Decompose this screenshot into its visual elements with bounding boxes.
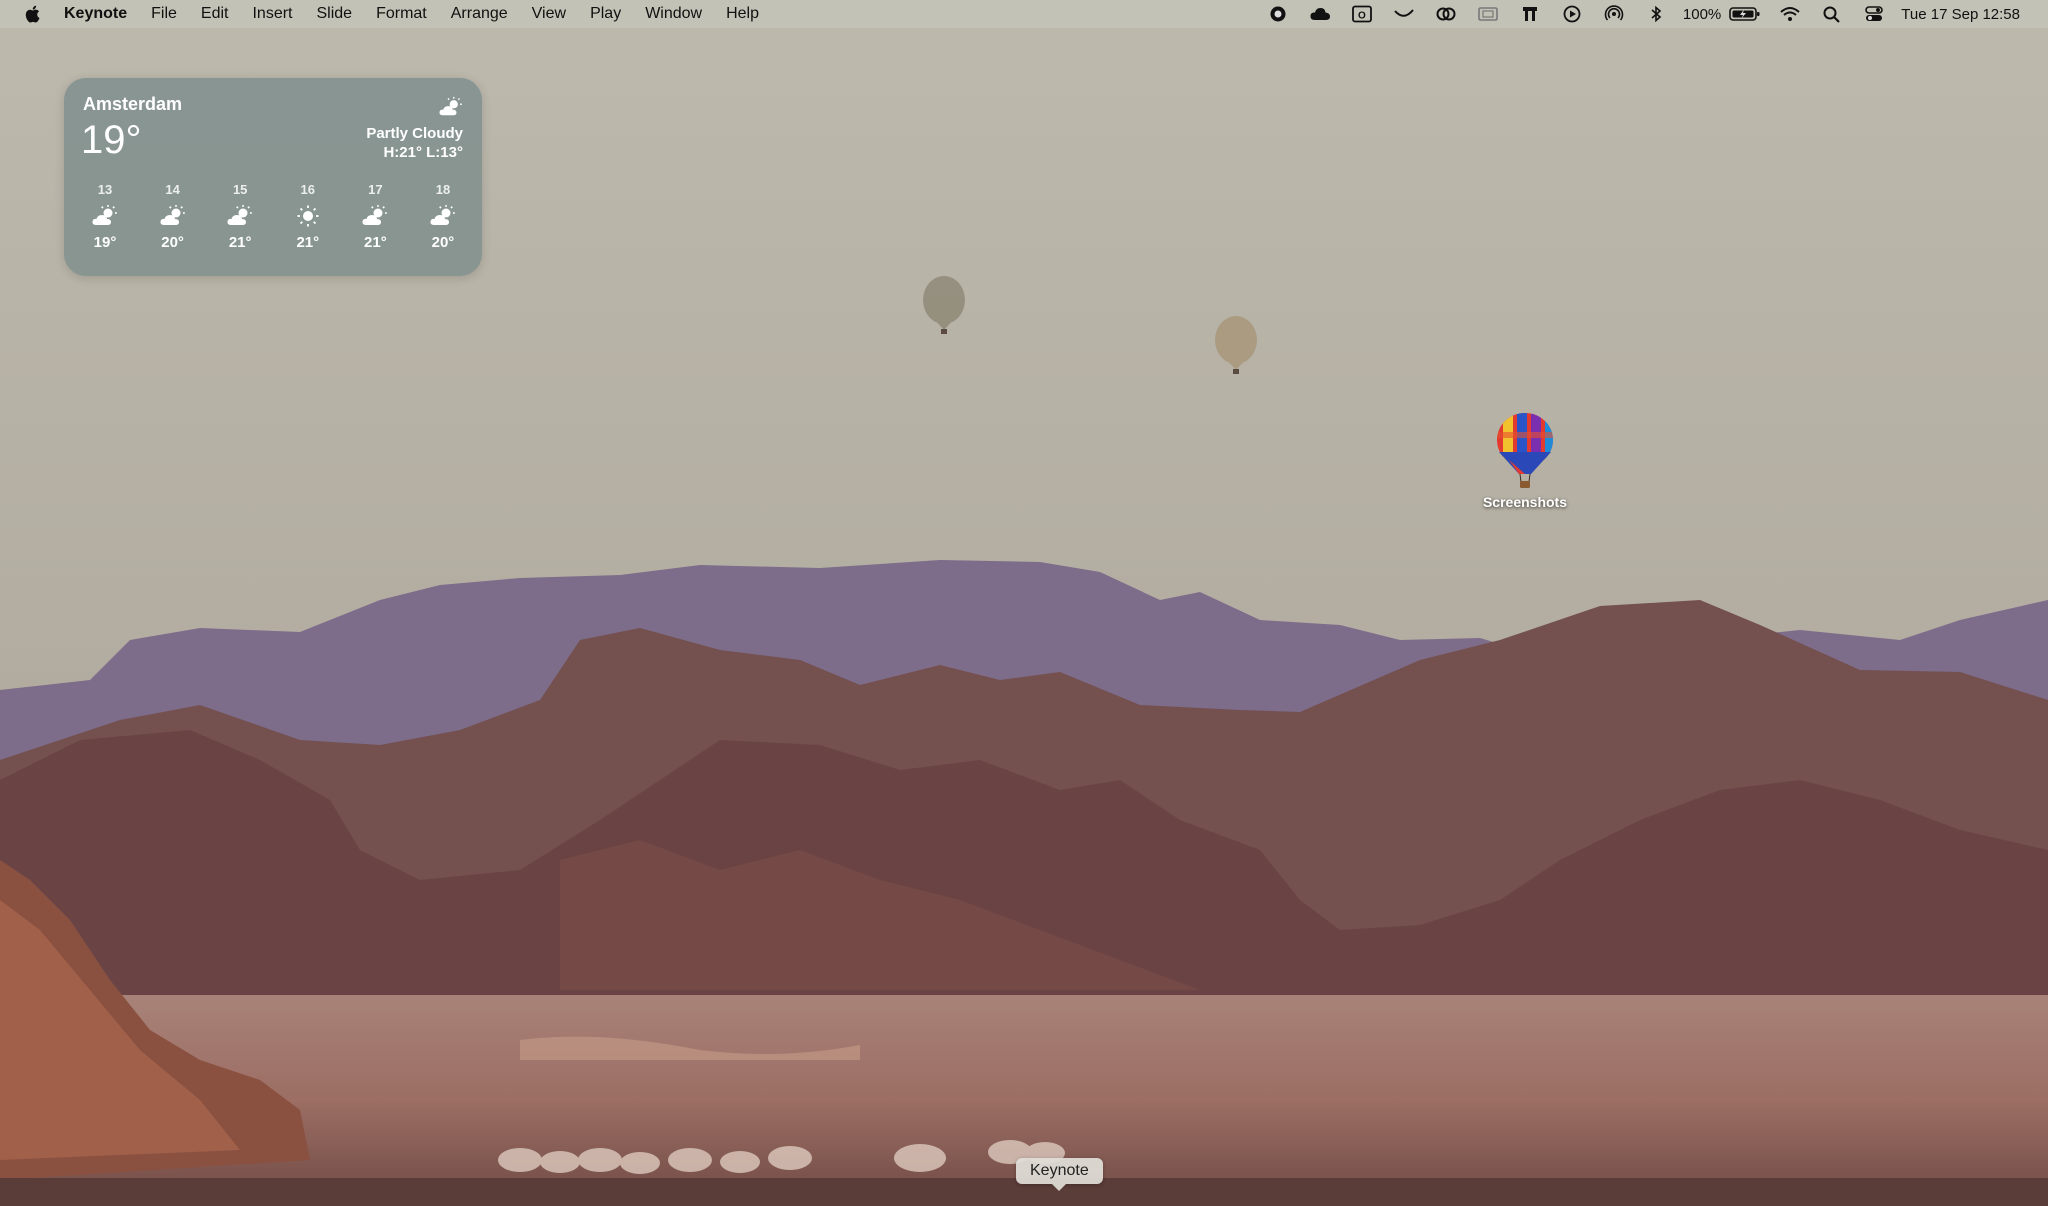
airdrop-icon[interactable] (1602, 4, 1626, 24)
control-center-icon[interactable] (1862, 4, 1886, 24)
forecast-hour: 15 21° (211, 182, 269, 251)
forecast-hour: 17 21° (346, 182, 404, 251)
wifi-icon[interactable] (1778, 4, 1802, 24)
tools-icon[interactable] (1518, 4, 1542, 24)
search-icon[interactable] (1820, 4, 1844, 24)
menu-help[interactable]: Help (714, 0, 771, 28)
desktop-item-label: Screenshots (1482, 494, 1568, 510)
partly-cloudy-icon (227, 205, 252, 225)
partly-cloudy-icon (160, 205, 185, 225)
forecast-temp: 19° (93, 234, 117, 251)
bluetooth-icon[interactable] (1644, 4, 1668, 24)
battery-icon[interactable] (1729, 6, 1761, 22)
partly-cloudy-icon (430, 205, 455, 225)
forecast-hour-label: 17 (368, 182, 383, 197)
weather-condition: Partly Cloudy (366, 125, 463, 142)
partly-cloudy-icon (92, 205, 117, 225)
menu-play[interactable]: Play (578, 0, 633, 28)
menu-bar-clock[interactable]: Tue 17 Sep 12:58 (1901, 6, 2020, 23)
menu-slide[interactable]: Slide (305, 0, 365, 28)
forecast-temp: 21° (228, 234, 252, 251)
forecast-temp: 21° (296, 234, 320, 251)
hot-air-balloon-icon (1497, 413, 1553, 488)
screen-share-icon[interactable] (1476, 4, 1500, 24)
menu-edit[interactable]: Edit (189, 0, 241, 28)
svg-text:O: O (1358, 11, 1366, 22)
menu-bar: Keynote File Edit Insert Slide Format Ar… (0, 0, 2048, 28)
forecast-hour: 13 19° (76, 182, 134, 251)
apple-menu-icon[interactable] (22, 3, 44, 25)
menu-view[interactable]: View (520, 0, 578, 28)
cursor-icon[interactable] (1392, 4, 1416, 24)
forecast-hour: 18 20° (414, 182, 472, 251)
weather-current-temp: 19° (81, 118, 142, 162)
forecast-temp: 20° (161, 234, 184, 251)
forecast-temp: 21° (364, 234, 387, 251)
app-menu-keynote[interactable]: Keynote (58, 0, 139, 28)
dock-tooltip: Keynote (1016, 1158, 1103, 1191)
forecast-hour-label: 14 (165, 182, 180, 197)
menu-format[interactable]: Format (364, 0, 439, 28)
sun-icon (297, 205, 319, 227)
weather-widget[interactable]: Amsterdam 19° Partly Cloudy H:21° L:13° … (64, 78, 482, 276)
menu-window[interactable]: Window (633, 0, 714, 28)
forecast-hour-label: 15 (232, 182, 248, 197)
cloud-icon[interactable] (1308, 4, 1332, 24)
partly-cloudy-icon (362, 205, 388, 225)
menu-arrange[interactable]: Arrange (439, 0, 520, 28)
desktop-item-screenshots[interactable]: Screenshots (1470, 412, 1580, 512)
battery-percentage: 100% (1682, 5, 1722, 23)
forecast-hour-label: 18 (435, 182, 451, 197)
hourly-forecast: 13 19° 14 20° 15 21° 16 21° 17 21° 18 20… (76, 182, 472, 251)
forecast-hour-label: 13 (97, 182, 113, 197)
forecast-temp: 20° (431, 234, 455, 251)
forecast-hour: 14 20° (144, 182, 202, 251)
partly-cloudy-icon (439, 96, 462, 116)
creative-cloud-icon[interactable] (1434, 4, 1458, 24)
weather-high-low: H:21° L:13° (383, 144, 463, 161)
forecast-hour-label: 16 (300, 182, 316, 197)
weather-city: Amsterdam (83, 94, 183, 114)
outlook-icon[interactable]: O (1350, 4, 1374, 24)
forecast-hour: 16 21° (279, 182, 337, 251)
screen-record-icon[interactable] (1266, 4, 1290, 24)
play-circle-icon[interactable] (1560, 4, 1584, 24)
menu-insert[interactable]: Insert (240, 0, 304, 28)
menu-file[interactable]: File (139, 0, 189, 28)
